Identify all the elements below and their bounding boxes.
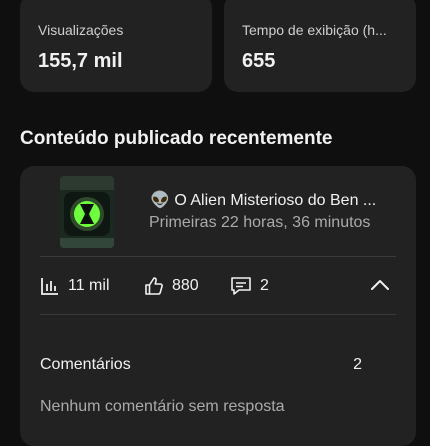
no-unanswered-comments-text: Nenhum comentário sem resposta [40, 398, 285, 415]
views-stat-card[interactable]: Visualizações 155,7 mil [20, 0, 212, 92]
comments-metric: 2 [230, 276, 269, 296]
video-period: Primeiras 22 horas, 36 minutos [149, 214, 371, 231]
divider [40, 314, 396, 315]
bar-chart-icon [41, 278, 58, 295]
likes-metric: 880 [144, 276, 199, 296]
watch-time-stat-card[interactable]: Tempo de exibição (h... 655 [224, 0, 416, 92]
video-thumbnail[interactable] [60, 176, 114, 248]
watch-time-stat-label: Tempo de exibição (h... [242, 22, 387, 38]
comments-row[interactable]: Comentários 2 [40, 356, 362, 374]
comments-label: Comentários [40, 356, 131, 373]
recent-content-card: 👽 O Alien Misterioso do Ben ... Primeira… [20, 166, 416, 446]
video-title-text: O Alien Misterioso do Ben ... [174, 192, 377, 209]
omnitrix-thumbnail-image [60, 176, 114, 248]
watch-time-stat-value: 655 [242, 50, 276, 72]
views-stat-label: Visualizações [38, 22, 124, 38]
views-metric: 11 mil [40, 276, 110, 296]
section-title: Conteúdo publicado recentemente [20, 128, 333, 149]
collapse-button[interactable] [370, 278, 390, 297]
comments-metric-value: 2 [260, 277, 269, 294]
comment-icon [231, 277, 251, 295]
views-metric-value: 11 mil [68, 277, 110, 294]
alien-emoji-icon: 👽 [150, 192, 170, 209]
views-stat-value: 155,7 mil [38, 50, 123, 72]
divider [40, 256, 396, 257]
thumb-up-icon [145, 277, 163, 295]
chevron-up-icon [371, 280, 389, 290]
comments-count: 2 [353, 356, 362, 373]
video-title[interactable]: 👽 O Alien Misterioso do Ben ... [150, 190, 400, 210]
likes-metric-value: 880 [172, 277, 199, 294]
